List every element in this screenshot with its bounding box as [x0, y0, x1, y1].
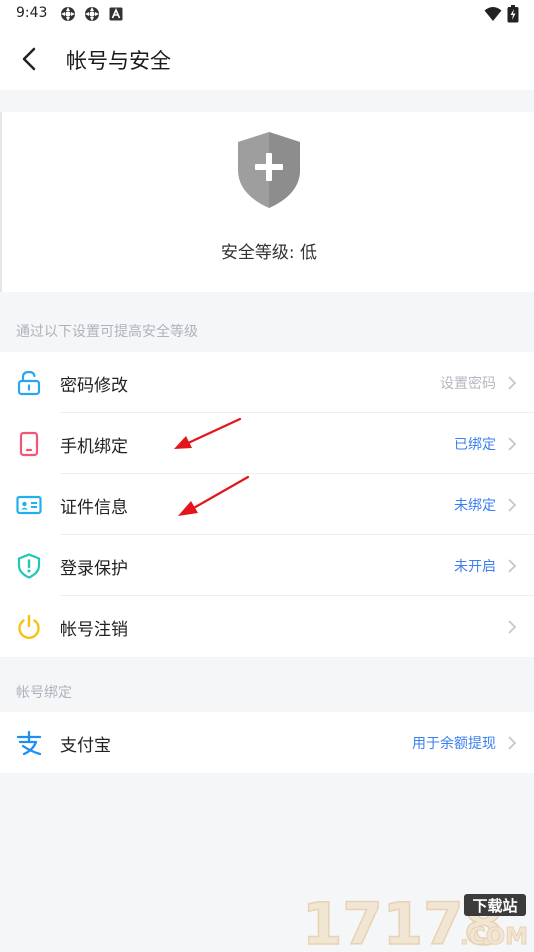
shield-plus-icon	[238, 132, 300, 208]
chevron-left-icon	[22, 47, 36, 71]
item-status: 用于余额提现	[412, 736, 496, 752]
watermark-suffix: .COM	[460, 924, 528, 948]
item-status: 设置密码	[440, 376, 496, 392]
annotation-arrow-icon	[178, 475, 250, 516]
chevron-right-icon	[508, 437, 517, 451]
phone-binding-item[interactable]: 手机绑定 已绑定	[0, 413, 534, 474]
shield-alert-icon	[17, 553, 41, 579]
battery-icon	[507, 5, 519, 23]
chevron-right-icon	[508, 498, 517, 512]
chevron-right-icon	[508, 376, 517, 390]
password-change-item[interactable]: 密码修改 设置密码	[0, 352, 534, 413]
section-hint: 通过以下设置可提高安全等级	[16, 324, 198, 340]
binding-section-title: 帐号绑定	[16, 685, 72, 701]
item-label: 支付宝	[60, 736, 111, 756]
status-time: 9:43	[16, 5, 48, 21]
id-info-item[interactable]: 证件信息 未绑定	[0, 474, 534, 535]
chevron-right-icon	[508, 620, 517, 634]
annotation-arrow-icon	[174, 417, 242, 449]
item-status: 未绑定	[454, 498, 496, 514]
account-binding-list: 支付宝 用于余额提现	[0, 712, 534, 773]
app-notification-icon	[61, 7, 75, 21]
item-label: 手机绑定	[60, 437, 128, 457]
security-settings-list: 密码修改 设置密码 手机绑定 已绑定 证件信息 未绑定 登录保护 未开启 帐号注…	[0, 352, 534, 657]
item-label: 登录保护	[60, 559, 128, 579]
watermark-tag: 下载站	[472, 897, 517, 915]
item-label: 密码修改	[60, 376, 128, 396]
wifi-icon	[484, 7, 502, 21]
watermark-logo-icon: 17178 下载站 .COM	[301, 889, 528, 952]
phone-icon	[19, 431, 39, 457]
chevron-right-icon	[508, 559, 517, 573]
item-label: 帐号注销	[60, 620, 128, 640]
app-header: 帐号与安全	[0, 28, 534, 90]
app-notification-icon	[85, 7, 99, 21]
security-level-card: 安全等级: 低	[0, 112, 534, 292]
item-label: 证件信息	[60, 498, 128, 518]
power-icon	[18, 614, 40, 639]
page-title: 帐号与安全	[66, 49, 171, 73]
alipay-item[interactable]: 支付宝 用于余额提现	[0, 712, 534, 773]
alipay-icon	[16, 730, 42, 756]
id-card-icon	[16, 495, 42, 515]
security-level-text: 安全等级: 低	[220, 243, 318, 263]
item-status: 已绑定	[454, 437, 496, 453]
unlock-icon	[17, 370, 41, 396]
item-status: 未开启	[454, 559, 496, 575]
chevron-right-icon	[508, 736, 517, 750]
site-watermark: 17178 下载站 .COM	[300, 889, 530, 952]
login-protection-item[interactable]: 登录保护 未开启	[0, 535, 534, 596]
account-cancellation-item[interactable]: 帐号注销	[0, 596, 534, 657]
back-button[interactable]	[14, 44, 46, 74]
status-bar: 9:43	[0, 0, 534, 28]
text-notification-icon	[109, 7, 123, 21]
